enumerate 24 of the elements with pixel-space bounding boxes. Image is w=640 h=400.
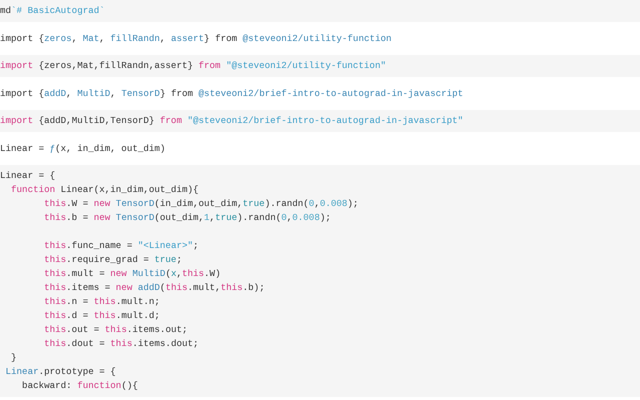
code-line: } — [10, 351, 18, 365]
cell-output: import {addD, MultiD, TensorD} from @steveoni2/brief-intro-to-autograd-in-javascript — [0, 86, 464, 100]
code-line: this.n = this.mult.n; — [43, 295, 161, 309]
code-line: import {addD,MultiD,TensorD} from "@steveoni2/brief-intro-to-autograd-in-javascript" — [0, 114, 464, 128]
code-editor[interactable]: import {addD,MultiD,TensorD} from "@steveoni2/brief-intro-to-autograd-in-javascript" — [0, 110, 640, 132]
code-line: Linear.prototype = { — [4, 365, 117, 379]
code-line: function Linear(x,in_dim,out_dim){ — [10, 183, 200, 197]
code-line: backward: function(){ — [21, 379, 139, 393]
code-line: import {zeros,Mat,fillRandn,assert} from "@steveoni2/utility-function" — [0, 59, 387, 73]
code-editor[interactable]: md`# BasicAutograd` — [0, 0, 640, 22]
code-line: Linear = { — [0, 169, 56, 183]
code-line: this.dout = this.items.dout; — [43, 337, 200, 351]
code-line: md`# BasicAutograd` — [0, 4, 106, 18]
code-line: this.items = new addD(this.mult,this.b); — [43, 281, 266, 295]
code-line: this.b = new TensorD(out_dim,1,true).randn(0,0.008); — [43, 211, 332, 225]
cell-output: import {zeros, Mat, fillRandn, assert} from @steveoni2/utility-function — [0, 32, 393, 46]
code-line: this.d = this.mult.d; — [43, 309, 161, 323]
code-line: this.out = this.items.out; — [43, 323, 188, 337]
code-line: this.func_name = "<Linear>"; — [43, 239, 200, 253]
code-editor[interactable]: import {zeros,Mat,fillRandn,assert} from "@steveoni2/utility-function" — [0, 55, 640, 77]
cell-output: Linear = ƒ(x, in_dim, out_dim) — [0, 142, 166, 156]
code-line: this.W = new TensorD(in_dim,out_dim,true).randn(0,0.008); — [43, 197, 360, 211]
code-line: this.mult = new MultiD(x,this.W) — [43, 267, 222, 281]
code-line: this.require_grad = true; — [43, 253, 183, 267]
